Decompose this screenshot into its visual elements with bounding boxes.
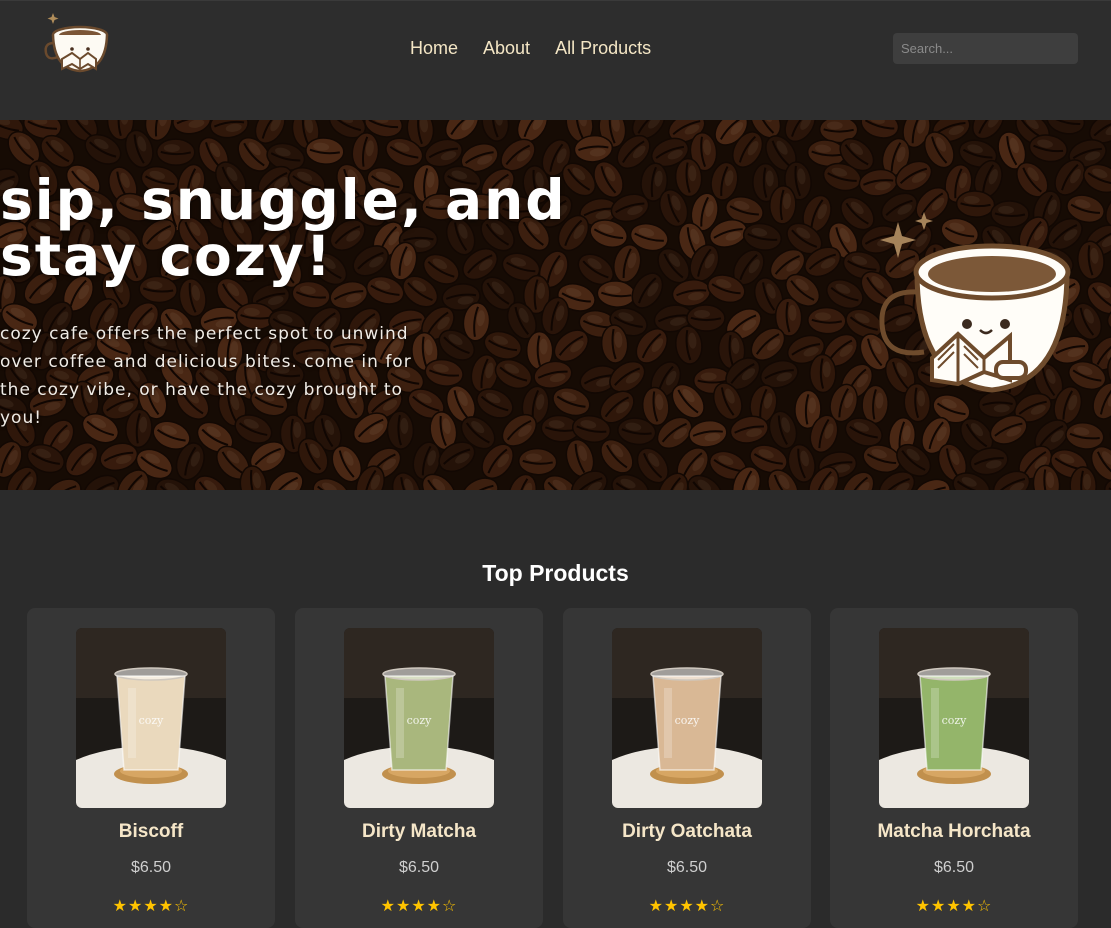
product-rating-stars: ★★★★☆ (112, 896, 190, 915)
nav-all-products-link[interactable]: All Products (555, 38, 651, 59)
svg-text:cozy: cozy (675, 714, 701, 727)
top-products-title: Top Products (482, 560, 629, 586)
product-card-dirty-oatchata[interactable]: cozy Dirty Oatchata $6.50 ★★★★☆ (563, 608, 811, 928)
nav-about-link[interactable]: About (483, 38, 530, 59)
hero-banner: sip, snuggle, and stay cozy! cozy cafe o… (0, 120, 1111, 490)
product-image-dirty-oatchata[interactable]: cozy (612, 628, 762, 808)
product-card-matcha-horchata[interactable]: cozy Matcha Horchata $6.50 ★★★★☆ (830, 608, 1078, 928)
product-image-biscoff[interactable]: cozy (76, 628, 226, 808)
hero-headline-line-1: sip, snuggle, and (0, 168, 567, 232)
svg-text:cozy: cozy (942, 714, 968, 727)
svg-text:cozy: cozy (407, 714, 433, 727)
product-price: $6.50 (666, 859, 708, 876)
cup-mascot-icon (879, 212, 1071, 393)
search-input[interactable] (893, 33, 1078, 64)
product-price: $6.50 (130, 859, 172, 876)
main-nav: Home About All Products (410, 38, 676, 59)
product-name[interactable]: Dirty Oatchata (563, 821, 811, 843)
product-rating-stars: ★★★★☆ (380, 896, 458, 915)
hero-description: cozy cafe offers the perfect spot to unw… (0, 324, 412, 428)
svg-text:cozy: cozy (139, 714, 165, 727)
cafe-logo-icon[interactable] (42, 11, 112, 77)
site-header: Home About All Products (0, 0, 1111, 121)
nav-home-link[interactable]: Home (410, 38, 458, 59)
product-price: $6.50 (398, 859, 440, 876)
product-name[interactable]: Biscoff (27, 821, 275, 843)
product-rating-stars: ★★★★☆ (648, 896, 726, 915)
product-name[interactable]: Matcha Horchata (830, 821, 1078, 843)
product-name[interactable]: Dirty Matcha (295, 821, 543, 843)
product-price: $6.50 (933, 859, 975, 876)
product-card-biscoff[interactable]: cozy Biscoff $6.50 ★★★★☆ (27, 608, 275, 928)
hero-headline-line-2: stay cozy! (0, 224, 333, 288)
product-image-matcha-horchata[interactable]: cozy (879, 628, 1029, 808)
product-image-dirty-matcha[interactable]: cozy (344, 628, 494, 808)
product-card-dirty-matcha[interactable]: cozy Dirty Matcha $6.50 ★★★★☆ (295, 608, 543, 928)
product-rating-stars: ★★★★☆ (915, 896, 993, 915)
hero-headline: sip, snuggle, and stay cozy! (0, 172, 600, 284)
